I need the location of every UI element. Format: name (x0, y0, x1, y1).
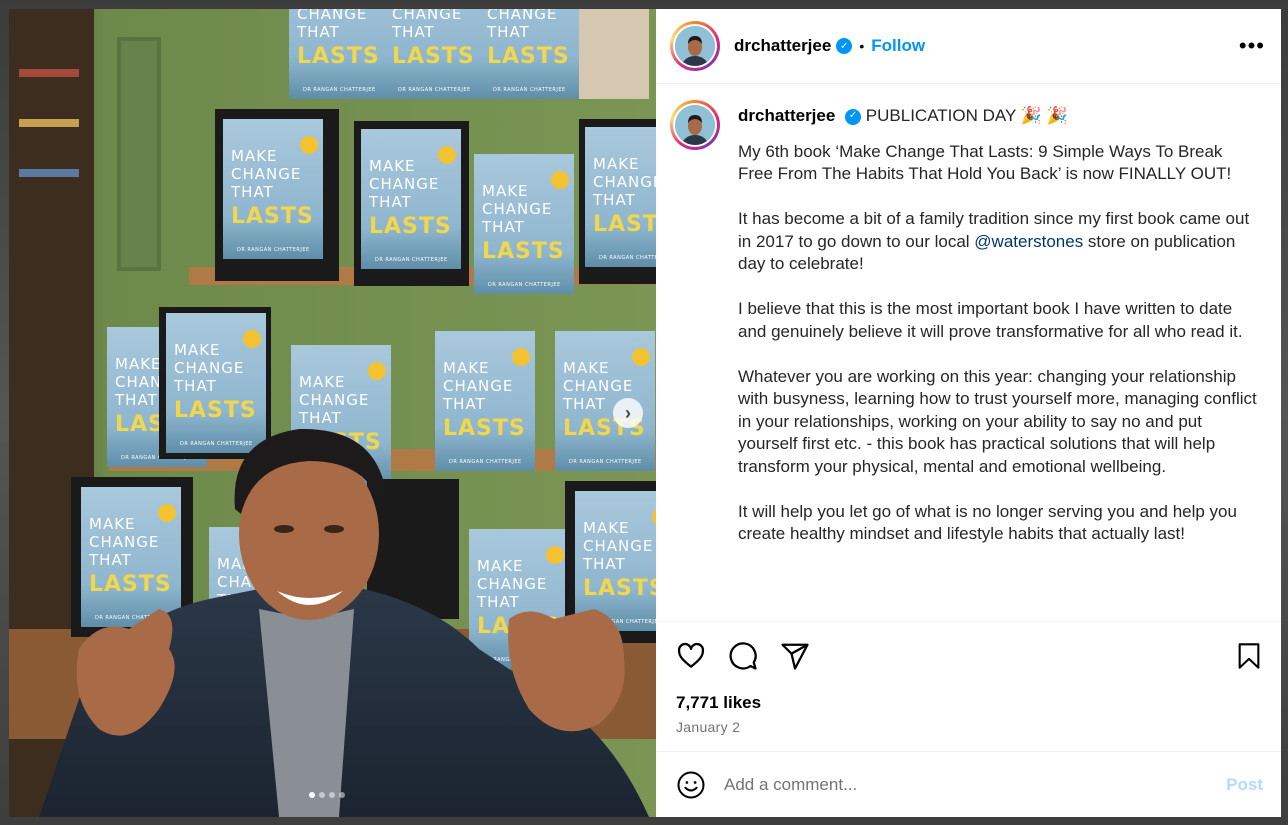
post-media[interactable]: MAKE CHANGE THAT LASTS DR RANGAN CHATTER… (9, 9, 656, 817)
caption-paragraph: My 6th book ‘Make Change That Lasts: 9 S… (738, 141, 1232, 184)
caption-paragraph: It has become a bit of a family traditio… (738, 209, 1250, 273)
post-date[interactable]: January 2 (676, 719, 1263, 735)
carousel-next-button[interactable]: › (613, 398, 643, 428)
comment-bubble-icon[interactable] (728, 641, 758, 671)
likes-count[interactable]: 7,771 likes (676, 693, 1263, 713)
verified-badge-icon: ✓ (845, 108, 862, 125)
carousel-indicators (309, 792, 345, 798)
avatar[interactable] (670, 21, 720, 71)
post-comment-button[interactable]: Post (1226, 775, 1263, 795)
profile-photo (675, 26, 715, 66)
carousel-dot (309, 792, 315, 798)
action-icons (676, 622, 1263, 688)
post-header: drchatterjee ✓ • Follow ••• (656, 9, 1281, 84)
caption-paragraph: I believe that this is the most importan… (738, 299, 1243, 341)
bookmark-icon[interactable] (1235, 641, 1263, 671)
verified-badge-icon: ✓ (836, 38, 853, 54)
post-caption: drchatterjee ✓ PUBLICATION DAY 🎉 🎉 My 6t… (738, 105, 1258, 621)
carousel-dot (329, 792, 335, 798)
caption-avatar[interactable] (670, 100, 720, 150)
caption-area: drchatterjee ✓ PUBLICATION DAY 🎉 🎉 My 6t… (656, 84, 1281, 621)
caption-headline: PUBLICATION DAY 🎉 🎉 (865, 106, 1068, 125)
username-link[interactable]: drchatterjee (734, 36, 831, 56)
smiley-icon[interactable] (676, 770, 706, 800)
post-actions: 7,771 likes January 2 (656, 621, 1281, 751)
separator-dot: • (859, 38, 865, 54)
comment-bar: Post (656, 751, 1281, 817)
mention-link[interactable]: @waterstones (974, 232, 1083, 251)
carousel-dot (339, 792, 345, 798)
caption-paragraph: Whatever you are working on this year: c… (738, 366, 1257, 476)
more-options-icon[interactable]: ••• (1239, 35, 1265, 57)
heart-icon[interactable] (676, 641, 706, 671)
bookstore-window-photo: MAKE CHANGE THAT LASTS DR RANGAN CHATTER… (9, 9, 656, 817)
post-modal: MAKE CHANGE THAT LASTS DR RANGAN CHATTER… (9, 9, 1281, 817)
follow-button[interactable]: Follow (871, 36, 925, 56)
chevron-right-icon: › (625, 402, 631, 423)
profile-photo (675, 105, 715, 145)
paper-plane-icon[interactable] (780, 641, 810, 671)
caption-paragraph: It will help you let go of what is no lo… (738, 501, 1237, 544)
comment-input[interactable] (724, 774, 1227, 795)
carousel-dot (319, 792, 325, 798)
caption-username[interactable]: drchatterjee (738, 106, 835, 125)
post-details-panel: drchatterjee ✓ • Follow ••• drchatterjee… (656, 9, 1281, 817)
